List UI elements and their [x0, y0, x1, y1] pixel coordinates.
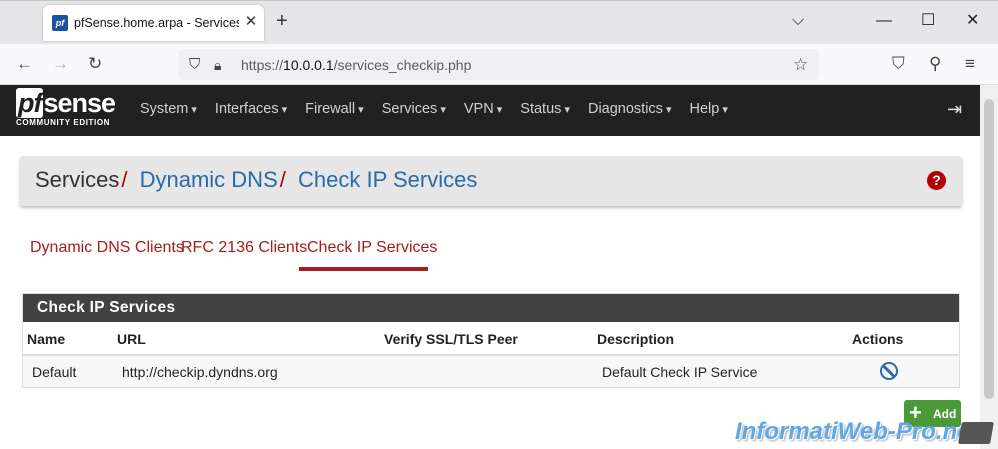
pfsense-logo[interactable]: pfsense COMMUNITY EDITION: [16, 88, 116, 127]
browser-tab[interactable]: pf pfSense.home.arpa - Services: D ✕: [43, 5, 264, 41]
column-actions: Actions: [852, 331, 904, 347]
column-name: Name: [27, 331, 66, 347]
watermark-laptop-icon: [958, 422, 994, 444]
new-tab-icon[interactable]: +: [276, 11, 288, 31]
minimize-icon[interactable]: —: [876, 11, 892, 31]
menu-interfaces[interactable]: Interfaces: [215, 101, 287, 117]
column-description: Description: [597, 331, 675, 347]
tab-list-chevron-icon[interactable]: ⌵: [792, 11, 804, 31]
tab-check-ip-services[interactable]: Check IP Services: [307, 239, 437, 257]
panel-title: Check IP Services: [23, 294, 959, 322]
column-verify-ssl: Verify SSL/TLS Peer: [384, 331, 518, 347]
menu-vpn[interactable]: VPN: [464, 101, 502, 117]
tab-title: pfSense.home.arpa - Services: D: [74, 16, 239, 30]
browser-tabstrip: pf pfSense.home.arpa - Services: D ✕ + ⌵…: [0, 0, 998, 44]
menu-status[interactable]: Status: [520, 101, 570, 117]
cell-name: Default: [32, 364, 77, 380]
window-close-icon[interactable]: ✕: [966, 11, 979, 31]
page-content: Services/ Dynamic DNS/ Check IP Services…: [0, 136, 994, 449]
logout-icon[interactable]: ⇥: [947, 99, 962, 120]
pfsense-header: pfsense COMMUNITY EDITION System Interfa…: [0, 85, 980, 136]
forward-icon[interactable]: →: [52, 54, 69, 74]
close-tab-icon[interactable]: ✕: [243, 14, 259, 30]
shield-icon[interactable]: ⛉: [189, 55, 200, 75]
browser-navbar: ← → ↻ ⛉ 🔒︎ https://10.0.0.1/services_che…: [0, 44, 998, 85]
cell-url: http://checkip.dyndns.org: [122, 364, 278, 380]
watermark: InformatiWeb-Pro.net: [735, 418, 979, 445]
active-tab-indicator: [299, 267, 428, 271]
menu-system[interactable]: System: [140, 101, 197, 117]
help-icon[interactable]: ?: [927, 171, 946, 190]
breadcrumb-check-ip[interactable]: Check IP Services: [298, 167, 477, 192]
url-text: https://10.0.0.1/services_checkip.php: [241, 57, 472, 73]
reload-icon[interactable]: ↻: [88, 54, 102, 74]
menu-firewall[interactable]: Firewall: [305, 101, 364, 117]
pocket-icon[interactable]: ⛉: [892, 54, 905, 74]
maximize-icon[interactable]: ☐: [921, 11, 935, 31]
app-menu-icon[interactable]: ≡: [965, 54, 975, 74]
check-ip-panel: Check IP Services Name URL Verify SSL/TL…: [22, 293, 960, 388]
lock-icon[interactable]: 🔒︎: [214, 55, 221, 75]
tab-rfc2136-clients[interactable]: RFC 2136 Clients: [181, 239, 307, 257]
extensions-icon[interactable]: ⚲: [929, 54, 941, 74]
main-menu: System Interfaces Firewall Services VPN …: [140, 101, 728, 117]
pfsense-favicon-icon: pf: [52, 15, 68, 31]
address-bar[interactable]: ⛉ 🔒︎ https://10.0.0.1/services_checkip.p…: [179, 49, 819, 80]
page-scrollbar[interactable]: [980, 85, 998, 449]
breadcrumb: Services/ Dynamic DNS/ Check IP Services…: [20, 156, 962, 206]
menu-diagnostics[interactable]: Diagnostics: [588, 101, 672, 117]
page-title: Services/ Dynamic DNS/ Check IP Services: [35, 167, 478, 192]
menu-services[interactable]: Services: [382, 101, 446, 117]
back-icon[interactable]: ←: [16, 54, 33, 74]
menu-help[interactable]: Help: [690, 101, 728, 117]
breadcrumb-services: Services: [35, 167, 120, 192]
bookmark-star-icon[interactable]: ☆: [793, 55, 808, 75]
ban-icon[interactable]: [880, 362, 898, 380]
breadcrumb-dynamic-dns[interactable]: Dynamic DNS: [140, 167, 278, 192]
scroll-thumb[interactable]: [984, 99, 994, 399]
column-url: URL: [117, 331, 146, 347]
cell-description: Default Check IP Service: [602, 364, 758, 380]
tab-dynamic-dns-clients[interactable]: Dynamic DNS Clients: [30, 239, 184, 257]
